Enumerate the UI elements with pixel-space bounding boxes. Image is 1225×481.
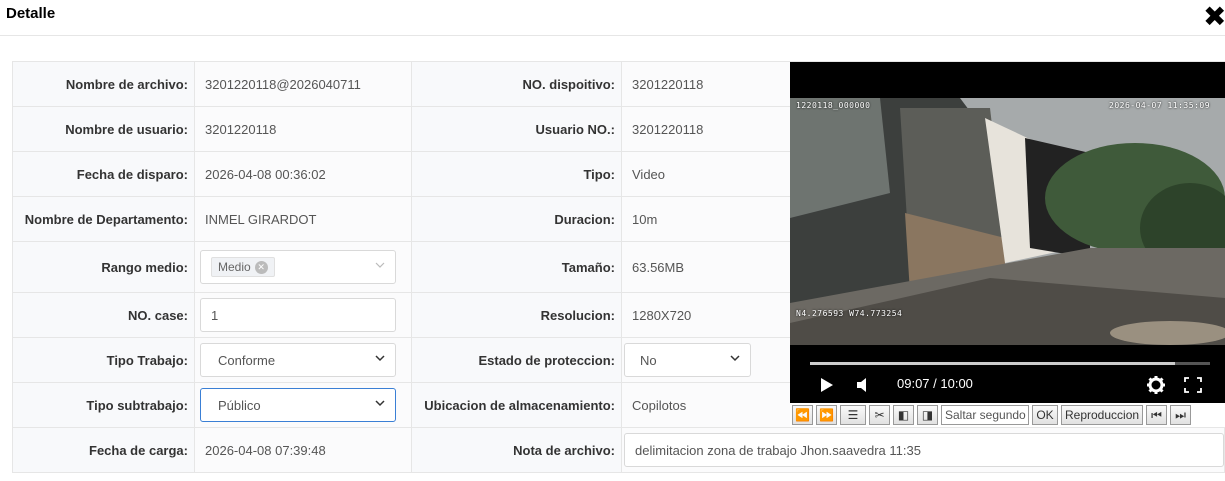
case-no-input[interactable]: 1	[200, 298, 396, 332]
table-row: Fecha de carga: 2026-04-08 07:39:48 Nota…	[12, 427, 1225, 473]
playback-button[interactable]: Reproduccion	[1061, 405, 1144, 425]
first-frame-button[interactable]: ⏮	[1146, 405, 1168, 425]
close-icon[interactable]: ✖	[1203, 0, 1225, 34]
label-case-no: NO. case:	[12, 292, 195, 338]
chevron-down-icon	[375, 262, 385, 268]
protection-state-select[interactable]: No	[624, 343, 751, 377]
dialog-title: Detalle	[6, 5, 56, 22]
rewind-icon: ⏪	[795, 408, 810, 422]
clip-button[interactable]: ✂	[869, 405, 890, 425]
medium-range-tag: Medio ✕	[211, 257, 275, 277]
settings-gear-icon[interactable]	[1146, 375, 1166, 395]
skip-seconds-input[interactable]: Saltar segundo	[941, 405, 1029, 425]
label-duration: Duracion:	[411, 196, 622, 242]
fast-forward-button[interactable]: ⏩	[816, 405, 837, 425]
list-icon: ☰	[847, 408, 859, 422]
fast-forward-icon: ⏩	[819, 408, 834, 422]
video-still-image	[790, 98, 1225, 345]
label-medium-range: Rango medio:	[12, 241, 195, 293]
next-frame-icon: ◨	[921, 408, 934, 422]
list-button[interactable]: ☰	[840, 405, 866, 425]
fullscreen-icon[interactable]	[1184, 377, 1202, 393]
label-user-no: Usuario NO.:	[411, 106, 622, 152]
volume-icon[interactable]	[856, 377, 870, 393]
video-frame: 1220118_000000 2026-04-07 11:35:09 N4.27…	[790, 98, 1225, 345]
label-work-type: Tipo Trabajo:	[12, 337, 195, 383]
label-resolution: Resolucion:	[411, 292, 622, 338]
player-controls: 09:07 / 10:00	[790, 370, 1225, 400]
prev-frame-icon: ◧	[897, 408, 910, 422]
label-protection-state: Estado de proteccion:	[411, 337, 622, 383]
chevron-down-icon	[375, 355, 385, 362]
scissors-icon: ✂	[874, 408, 885, 422]
playback-toolbar: ⏪ ⏩ ☰ ✂ ◧ ◨ Saltar segundo OK Reproducci…	[790, 403, 1225, 427]
osd-device-id: 1220118_000000	[796, 101, 871, 110]
progress-bar[interactable]	[810, 362, 1210, 365]
label-storage-location: Ubicacion de almacenamiento:	[411, 382, 622, 428]
value-user-name: 3201220118	[194, 106, 412, 152]
last-frame-button[interactable]: ⏭	[1170, 405, 1192, 425]
label-upload-date: Fecha de carga:	[12, 427, 195, 473]
osd-gps: N4.276593 W74.773254	[796, 309, 903, 318]
ok-button[interactable]: OK	[1032, 405, 1058, 425]
work-type-select[interactable]: Conforme	[200, 343, 396, 377]
sub-work-type-select[interactable]: Público	[200, 388, 396, 422]
label-type: Tipo:	[411, 151, 622, 197]
protection-state-value: No	[640, 352, 657, 368]
chevron-down-icon	[375, 400, 385, 407]
osd-datetime: 2026-04-07 11:35:09	[1109, 101, 1211, 110]
rewind-button[interactable]: ⏪	[792, 405, 813, 425]
value-file-name: 3201220118@2026040711	[194, 61, 412, 107]
prev-frame-button[interactable]: ◧	[893, 405, 914, 425]
medium-range-select[interactable]: Medio ✕	[200, 250, 396, 284]
label-file-name: Nombre de archivo:	[12, 61, 195, 107]
skip-start-icon: ⏮	[1151, 407, 1162, 422]
value-sub-work-type-cell: Público	[194, 382, 412, 428]
value-case-no-cell: 1	[194, 292, 412, 338]
value-medium-range-cell: Medio ✕	[194, 241, 412, 293]
label-device-no: NO. dispoitivo:	[411, 61, 622, 107]
value-trigger-date: 2026-04-08 00:36:02	[194, 151, 412, 197]
sub-work-type-value: Público	[218, 397, 261, 413]
file-note-input[interactable]: delimitacion zona de trabajo Jhon.saaved…	[624, 433, 1224, 467]
chevron-down-icon	[730, 355, 740, 362]
value-upload-date: 2026-04-08 07:39:48	[194, 427, 412, 473]
value-work-type-cell: Conforme	[194, 337, 412, 383]
dialog-header: Detalle ✖	[0, 0, 1225, 36]
label-trigger-date: Fecha de disparo:	[12, 151, 195, 197]
progress-fill	[810, 362, 1175, 365]
value-file-note-cell: delimitacion zona de trabajo Jhon.saaved…	[621, 427, 1225, 473]
value-department: INMEL GIRARDOT	[194, 196, 412, 242]
label-department: Nombre de Departamento:	[12, 196, 195, 242]
label-user-name: Nombre de usuario:	[12, 106, 195, 152]
label-sub-work-type: Tipo subtrabajo:	[12, 382, 195, 428]
time-display: 09:07 / 10:00	[897, 376, 973, 391]
tag-remove-icon[interactable]: ✕	[254, 260, 268, 274]
video-player[interactable]: 1220118_000000 2026-04-07 11:35:09 N4.27…	[790, 62, 1225, 403]
label-size: Tamaño:	[411, 241, 622, 293]
work-type-value: Conforme	[218, 352, 276, 368]
medium-range-tag-label: Medio	[218, 260, 251, 274]
skip-end-icon: ⏭	[1175, 407, 1186, 422]
play-icon[interactable]	[820, 377, 834, 393]
label-file-note: Nota de archivo:	[411, 427, 622, 473]
next-frame-button[interactable]: ◨	[917, 405, 938, 425]
